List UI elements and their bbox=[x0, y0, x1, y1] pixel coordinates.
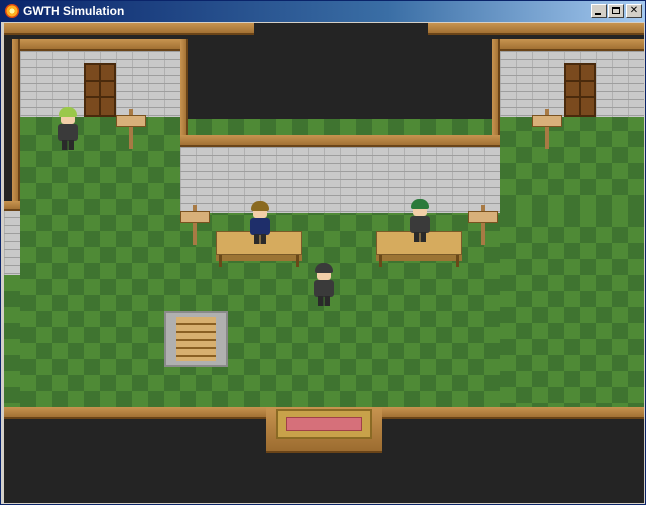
right-room-trim-side bbox=[492, 39, 500, 143]
npc-green-hair-right[interactable] bbox=[408, 199, 432, 243]
signpost-right-room[interactable] bbox=[532, 109, 562, 149]
npc-dark-hair-center[interactable] bbox=[312, 263, 336, 307]
title-bar[interactable]: GWTH Simulation ✕ bbox=[1, 1, 645, 22]
left-room-trim-side bbox=[180, 39, 188, 143]
app-flame-icon bbox=[5, 4, 19, 18]
npc-green-hair-left[interactable] bbox=[56, 107, 80, 151]
close-button[interactable]: ✕ bbox=[626, 4, 642, 18]
minimize-icon bbox=[595, 13, 601, 15]
left-outer-trim bbox=[12, 39, 20, 209]
game-window: GWTH Simulation ✕ bbox=[0, 0, 646, 505]
stairs-down[interactable] bbox=[164, 311, 228, 367]
minimize-button[interactable] bbox=[591, 4, 607, 18]
bottom-trim-right bbox=[380, 407, 644, 419]
center-wall bbox=[180, 147, 500, 213]
game-viewport[interactable] bbox=[4, 23, 644, 503]
npc-blonde-front[interactable] bbox=[248, 201, 272, 245]
signpost-center-left[interactable] bbox=[180, 205, 210, 245]
signpost-center-right[interactable] bbox=[468, 205, 498, 245]
center-trim bbox=[180, 135, 500, 147]
top-trim-left bbox=[4, 23, 254, 35]
door-right[interactable] bbox=[564, 63, 596, 117]
signpost-left-room[interactable] bbox=[116, 109, 146, 149]
far-left-wall bbox=[4, 209, 20, 275]
left-room-trim bbox=[12, 39, 188, 51]
maximize-button[interactable] bbox=[608, 4, 624, 18]
door-left[interactable] bbox=[84, 63, 116, 117]
far-left-trim bbox=[4, 201, 20, 211]
right-room-trim bbox=[492, 39, 644, 51]
maximize-icon bbox=[612, 7, 620, 14]
exit-doormat[interactable] bbox=[276, 409, 372, 439]
bottom-trim-left bbox=[4, 407, 268, 419]
close-icon: ✕ bbox=[629, 5, 639, 16]
top-trim-right bbox=[428, 23, 644, 35]
window-title: GWTH Simulation bbox=[23, 4, 125, 18]
